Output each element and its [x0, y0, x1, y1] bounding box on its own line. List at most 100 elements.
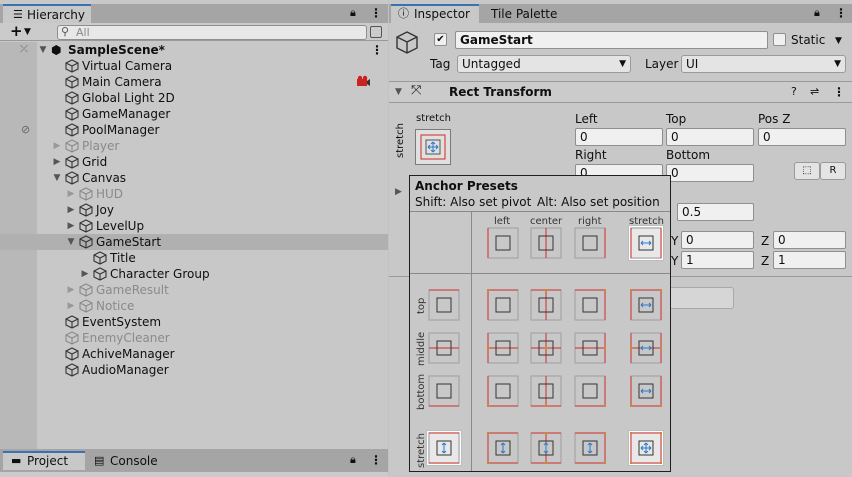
- tag-dropdown[interactable]: Untagged ▼: [457, 55, 631, 73]
- kebab-menu-icon[interactable]: ⋮: [371, 42, 383, 58]
- expand-arrow-icon[interactable]: ▶: [66, 301, 76, 311]
- expand-arrow-icon[interactable]: ▶: [66, 189, 76, 199]
- rotation-y-field[interactable]: 0: [681, 231, 754, 249]
- raw-edit-button[interactable]: R: [820, 162, 846, 180]
- anchor-preset-stretch-center[interactable]: [530, 431, 562, 465]
- lock-icon[interactable]: 🔒︎: [350, 452, 356, 468]
- kebab-menu-icon[interactable]: ⋮: [835, 5, 847, 21]
- object-name-field[interactable]: GameStart: [455, 31, 768, 49]
- visibility-hidden-icon[interactable]: ⊘: [21, 122, 30, 138]
- expand-arrow-icon[interactable]: ▶: [66, 221, 76, 231]
- help-icon[interactable]: ?: [791, 84, 797, 100]
- static-checkbox[interactable]: [773, 33, 786, 46]
- anchor-preset-top-stretch[interactable]: [629, 288, 663, 321]
- search-options-icon[interactable]: [370, 26, 382, 38]
- anchor-preset-stretch-left[interactable]: [486, 431, 519, 465]
- bottom-label: Bottom: [666, 148, 711, 162]
- expand-arrow-icon[interactable]: ▶: [52, 157, 62, 167]
- scale-z-field[interactable]: 1: [773, 251, 846, 269]
- anchor-preset-middle-left[interactable]: [486, 332, 519, 364]
- expand-arrow-icon[interactable]: ▶: [395, 184, 402, 200]
- list-item[interactable]: ▶ LevelUp: [0, 218, 388, 234]
- blueprint-mode-button[interactable]: ⬚: [794, 162, 820, 180]
- expand-arrow-icon[interactable]: ▶: [80, 269, 90, 279]
- list-item[interactable]: Virtual Camera: [0, 58, 388, 74]
- anchor-preset-bottom-center[interactable]: [530, 375, 562, 408]
- list-item[interactable]: Main Camera: [0, 74, 388, 90]
- list-item[interactable]: ▶ GameResult: [0, 282, 388, 298]
- list-item[interactable]: ▶ Character Group: [0, 266, 388, 282]
- anchor-preset-middle-center[interactable]: [530, 332, 562, 364]
- add-button[interactable]: +: [10, 23, 23, 39]
- list-item[interactable]: EventSystem: [0, 314, 388, 330]
- anchor-preset-bottom-right[interactable]: [574, 375, 607, 408]
- anchor-preset-stretch[interactable]: [629, 226, 663, 260]
- chevron-down-icon[interactable]: ▼: [835, 33, 842, 49]
- collapse-arrow-icon[interactable]: ▼: [52, 173, 62, 183]
- rotation-z-field[interactable]: 0: [773, 231, 846, 249]
- chevron-down-icon[interactable]: ▼: [24, 24, 31, 40]
- lock-icon[interactable]: 🔒︎: [814, 5, 820, 21]
- anchor-preset-stretch-stretch[interactable]: [629, 431, 663, 465]
- list-item[interactable]: ▶ HUD: [0, 186, 388, 202]
- list-item[interactable]: ▶ Notice: [0, 298, 388, 314]
- anchor-preset-left[interactable]: [487, 227, 519, 259]
- list-item[interactable]: Global Light 2D: [0, 90, 388, 106]
- bottom-field[interactable]: 0: [666, 164, 754, 182]
- anchor-preset-right[interactable]: [574, 227, 606, 259]
- anchor-preset-button[interactable]: [415, 129, 451, 165]
- expand-arrow-icon[interactable]: ▼: [38, 45, 48, 55]
- anchor-preset-bottom[interactable]: [428, 375, 460, 407]
- tab-console[interactable]: ▤ Console: [90, 453, 170, 472]
- tab-project[interactable]: ▬ Project: [3, 451, 85, 470]
- kebab-menu-icon[interactable]: ⋮: [370, 452, 382, 468]
- list-item[interactable]: AchiveManager: [0, 346, 388, 362]
- list-item[interactable]: ⊘ PoolManager: [0, 122, 388, 138]
- anchor-preset-top-center[interactable]: [530, 288, 562, 321]
- list-item[interactable]: ▶ Player: [0, 138, 388, 154]
- list-item-selected[interactable]: ▼ GameStart: [0, 234, 388, 250]
- list-item[interactable]: GameManager: [0, 106, 388, 122]
- collapse-arrow-icon[interactable]: ▼: [395, 84, 402, 100]
- left-field[interactable]: 0: [575, 128, 663, 146]
- active-checkbox[interactable]: ✔: [434, 33, 447, 46]
- list-item[interactable]: Title: [0, 250, 388, 266]
- expand-arrow-icon[interactable]: ▶: [66, 285, 76, 295]
- preset-icon[interactable]: ⇌: [810, 84, 819, 100]
- tab-tile-palette[interactable]: Tile Palette: [483, 4, 583, 23]
- anchor-preset-middle-stretch[interactable]: [629, 332, 663, 364]
- anchor-preset-stretch[interactable]: [427, 431, 461, 465]
- posz-field[interactable]: 0: [758, 128, 846, 146]
- anchor-preset-middle-right[interactable]: [574, 332, 607, 364]
- list-item[interactable]: AudioManager: [0, 362, 388, 378]
- anchor-preset-top-left[interactable]: [486, 288, 519, 321]
- tab-hierarchy[interactable]: ☰ Hierarchy: [3, 4, 91, 23]
- anchor-preset-bottom-left[interactable]: [486, 375, 519, 408]
- layer-dropdown[interactable]: UI ▼: [681, 55, 846, 73]
- expand-arrow-icon[interactable]: ▶: [66, 205, 76, 215]
- list-item[interactable]: ▼ Canvas: [0, 170, 388, 186]
- tab-inspector[interactable]: ⓘ Inspector: [391, 4, 479, 23]
- component-header-rect-transform[interactable]: ▼ ⤧ Rect Transform ? ⇌ ⋮: [389, 81, 852, 103]
- list-item[interactable]: ▶ Joy: [0, 202, 388, 218]
- lock-icon[interactable]: 🔒︎: [350, 5, 356, 21]
- anchor-preset-bottom-stretch[interactable]: [629, 375, 663, 408]
- scene-visibility-icon[interactable]: ⤫: [20, 42, 28, 58]
- list-item[interactable]: ▶ Grid: [0, 154, 388, 170]
- collapse-arrow-icon[interactable]: ▼: [66, 237, 76, 247]
- kebab-menu-icon[interactable]: ⋮: [833, 84, 845, 100]
- add-component-button[interactable]: [669, 287, 734, 309]
- expand-arrow-icon[interactable]: ▶: [52, 141, 62, 151]
- anchor-preset-stretch-right[interactable]: [574, 431, 607, 465]
- top-field[interactable]: 0: [666, 128, 754, 146]
- list-item-samplescene[interactable]: ⤫ ▼ ⬢ SampleScene* ⋮: [0, 42, 388, 58]
- search-input[interactable]: ⚲ All: [57, 25, 367, 40]
- pivot-field[interactable]: 0.5: [677, 203, 754, 221]
- anchor-preset-center[interactable]: [530, 227, 562, 259]
- anchor-preset-middle[interactable]: [428, 332, 460, 364]
- list-item[interactable]: EnemyCleaner: [0, 330, 388, 346]
- anchor-preset-top-right[interactable]: [574, 288, 607, 321]
- scale-y-field[interactable]: 1: [681, 251, 754, 269]
- anchor-preset-top[interactable]: [428, 289, 460, 321]
- kebab-menu-icon[interactable]: ⋮: [370, 5, 382, 21]
